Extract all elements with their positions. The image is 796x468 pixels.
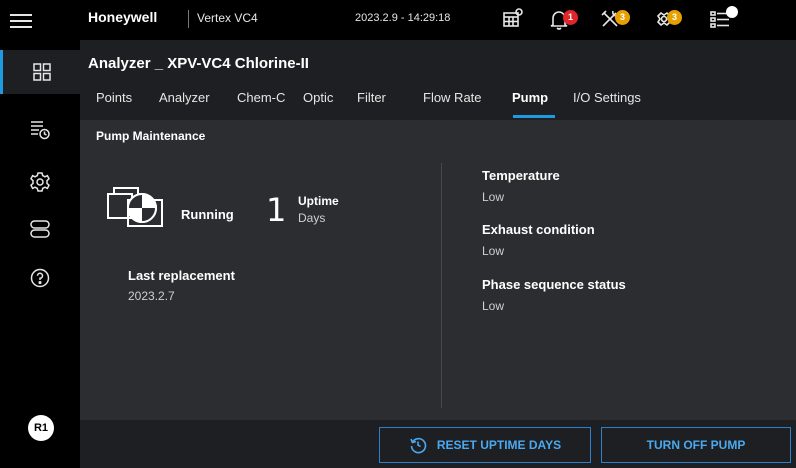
tab-analyzer[interactable]: Analyzer bbox=[159, 90, 210, 105]
page-title: Analyzer _ XPV-VC4 Chlorine-II bbox=[88, 55, 309, 72]
uptime-unit: Days bbox=[298, 211, 326, 225]
turn-off-pump-button[interactable]: TURN OFF PUMP bbox=[601, 427, 791, 463]
settings-nav-button[interactable] bbox=[0, 160, 80, 204]
event-indicator-dot bbox=[726, 6, 738, 18]
temperature-value: Low bbox=[482, 190, 505, 204]
top-bar: Honeywell Vertex VC4 2023.2.9 - 14:29:18… bbox=[0, 0, 796, 40]
fault-count-badge: 3 bbox=[667, 10, 682, 25]
alarm-count-badge: 1 bbox=[563, 10, 578, 25]
hardware-nav-button[interactable] bbox=[0, 207, 80, 251]
settings-gear-icon bbox=[30, 172, 50, 192]
history-reset-icon bbox=[410, 437, 427, 454]
uptime-label: Uptime bbox=[298, 194, 339, 208]
tab-filter[interactable]: Filter bbox=[357, 90, 386, 105]
schedule-list-icon bbox=[31, 121, 50, 140]
brand-separator bbox=[188, 10, 189, 28]
reset-uptime-days-label: RESET UPTIME DAYS bbox=[436, 438, 562, 452]
menu-icon[interactable] bbox=[10, 10, 32, 30]
phase-sequence-value: Low bbox=[482, 299, 505, 313]
phase-sequence-label: Phase sequence status bbox=[482, 277, 626, 292]
turn-off-pump-label: TURN OFF PUMP bbox=[646, 438, 746, 452]
datetime-display: 2023.2.9 - 14:29:18 bbox=[355, 12, 451, 24]
product-name: Vertex VC4 bbox=[197, 11, 258, 25]
schedule-nav-button[interactable] bbox=[0, 108, 80, 152]
tab-pump[interactable]: Pump bbox=[512, 90, 548, 105]
pump-status: Running bbox=[181, 207, 234, 222]
temperature-label: Temperature bbox=[482, 168, 560, 183]
dashboard-grid-icon bbox=[32, 63, 51, 81]
exhaust-condition-value: Low bbox=[482, 244, 505, 258]
tab-flow-rate[interactable]: Flow Rate bbox=[423, 90, 482, 105]
user-avatar[interactable]: R1 bbox=[28, 415, 54, 441]
left-nav-rail: R1 bbox=[0, 40, 80, 468]
uptime-value: 1 bbox=[266, 191, 287, 229]
help-icon bbox=[30, 268, 50, 288]
exhaust-condition-label: Exhaust condition bbox=[482, 222, 595, 237]
panel-divider bbox=[441, 163, 442, 408]
pump-icon bbox=[107, 187, 163, 227]
last-replacement-label: Last replacement bbox=[128, 268, 235, 283]
help-nav-button[interactable] bbox=[0, 256, 80, 300]
last-replacement-value: 2023.2.7 bbox=[128, 289, 175, 303]
tab-optic[interactable]: Optic bbox=[303, 90, 333, 105]
reset-uptime-days-button[interactable]: RESET UPTIME DAYS bbox=[379, 427, 591, 463]
brand-logo: Honeywell bbox=[88, 9, 158, 25]
active-tab-indicator bbox=[513, 115, 555, 118]
tab-points[interactable]: Points bbox=[96, 90, 132, 105]
maintenance-count-badge: 3 bbox=[615, 10, 630, 25]
calendar-settings-icon[interactable] bbox=[498, 4, 528, 34]
dashboard-nav-button[interactable] bbox=[0, 50, 80, 94]
server-icon bbox=[30, 220, 50, 238]
section-title: Pump Maintenance bbox=[96, 129, 206, 143]
tab-chem-c[interactable]: Chem-C bbox=[237, 90, 285, 105]
tab-io-settings[interactable]: I/O Settings bbox=[573, 90, 641, 105]
